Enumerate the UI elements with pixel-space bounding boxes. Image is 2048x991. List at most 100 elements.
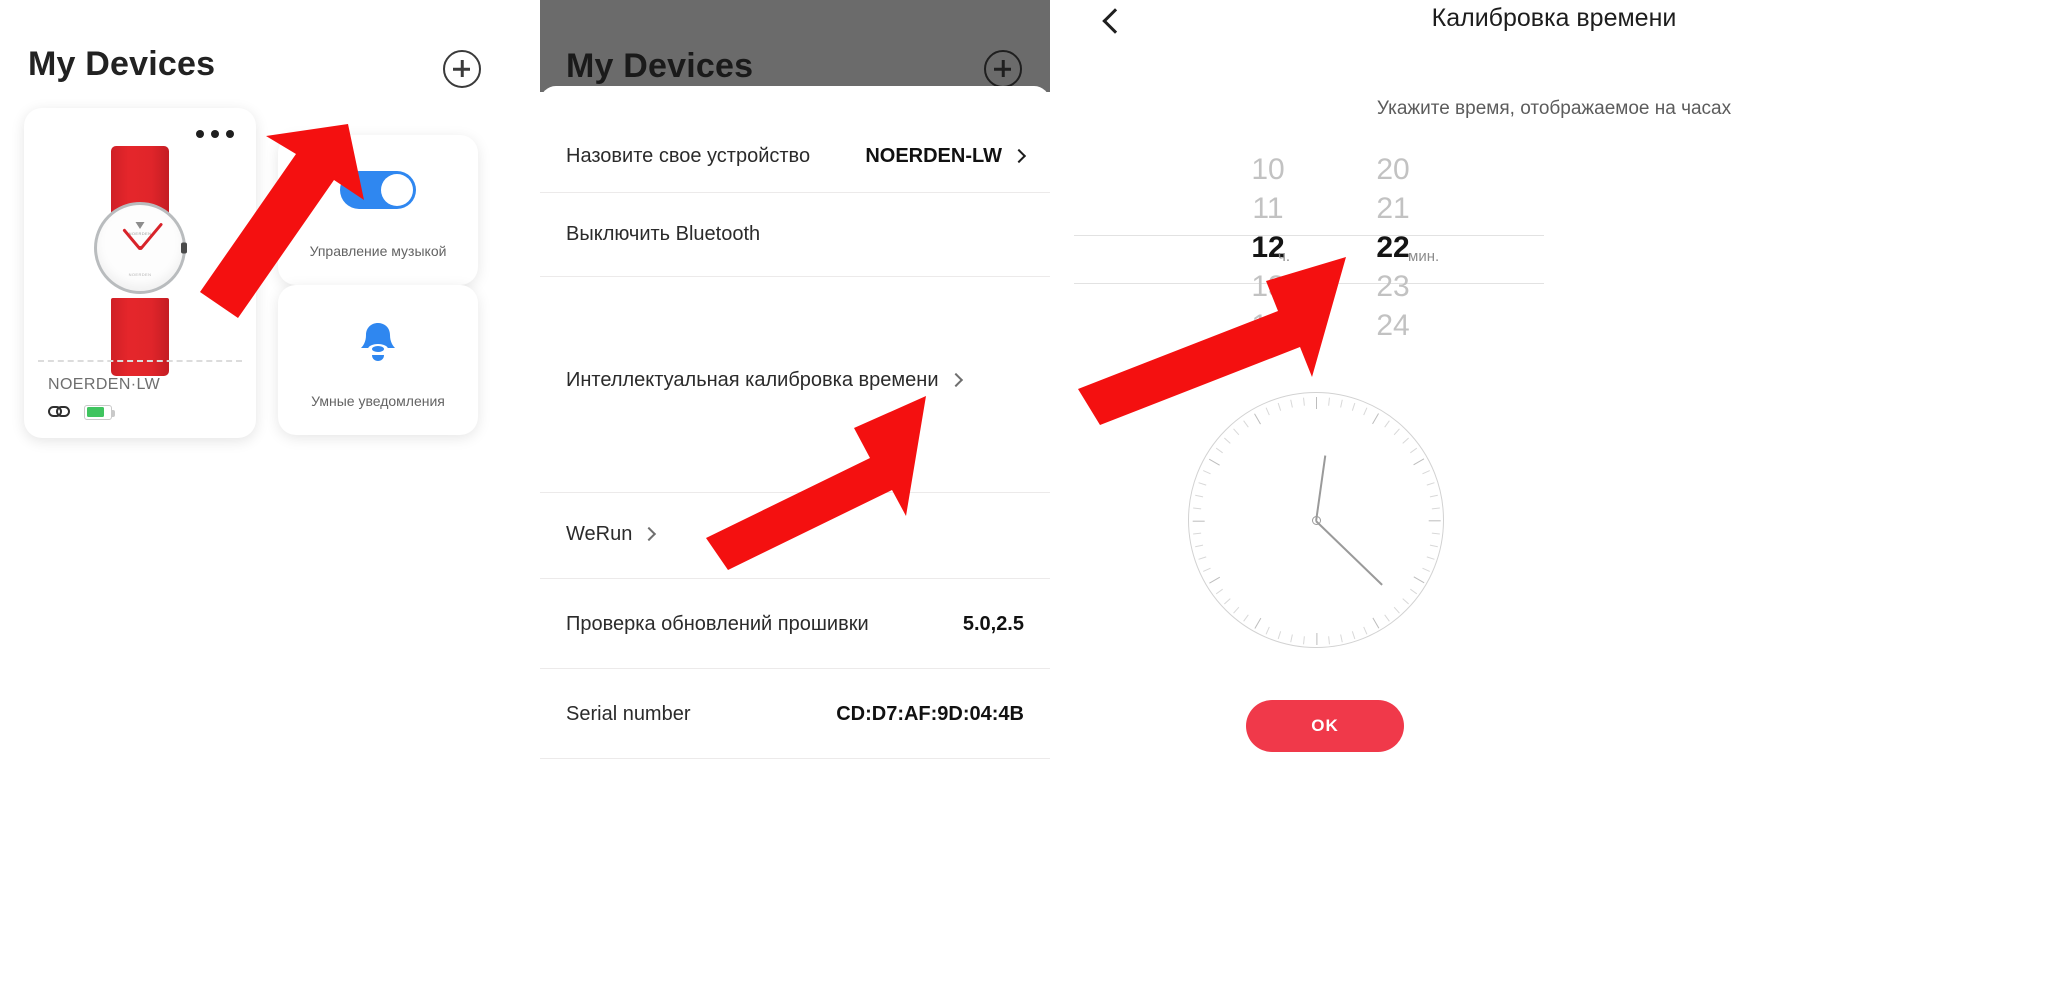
clock-tick xyxy=(1316,397,1318,409)
instruction-text: Укажите время, отображаемое на часах xyxy=(1376,98,1732,119)
clock-tick xyxy=(1290,399,1293,408)
clock-tick xyxy=(1393,428,1400,436)
ok-button[interactable]: OK xyxy=(1246,700,1404,752)
time-picker[interactable]: 10 11 12 13 14 20 21 22 23 24 ч. мин. xyxy=(1060,150,2048,380)
clock-tick xyxy=(1393,606,1400,614)
music-toggle-switch[interactable] xyxy=(340,171,416,209)
plus-circle-icon[interactable] xyxy=(443,50,481,88)
row-label: Интеллектуальная калибровка времени xyxy=(566,368,939,391)
chevron-right-icon xyxy=(642,526,657,542)
clock-tick xyxy=(1372,617,1380,629)
clock-tick xyxy=(1198,482,1207,486)
clock-tick xyxy=(1254,617,1262,629)
settings-row-firmware-update[interactable]: Проверка обновлений прошивки 5.0,2.5 xyxy=(540,592,1050,656)
clock-tick xyxy=(1372,413,1380,425)
clock-tick xyxy=(1208,576,1221,584)
clock-tick xyxy=(1422,470,1430,475)
minute-option-selected[interactable]: 22 xyxy=(1303,228,1483,267)
clock-tick xyxy=(1233,428,1240,436)
clock-tick xyxy=(1277,631,1282,640)
clock-tick xyxy=(1426,482,1435,486)
clock-tick xyxy=(1303,397,1305,406)
clock-tick xyxy=(1384,614,1390,622)
divider xyxy=(540,492,1050,493)
divider xyxy=(540,276,1050,277)
minute-option[interactable]: 24 xyxy=(1303,306,1483,345)
clock-tick xyxy=(1208,458,1221,466)
screenshot-stage: My Devices NOERDEN NOERDEN NOERDEN·LW Уп… xyxy=(0,0,2048,991)
clock-tick xyxy=(1233,606,1240,614)
clock-tick xyxy=(1193,532,1202,535)
clock-tick xyxy=(1402,437,1409,444)
minute-option[interactable]: 21 xyxy=(1303,189,1483,228)
watch-product-image: NOERDEN NOERDEN xyxy=(94,146,187,376)
panel-time-calibration: Калибровка времени Укажите время, отобра… xyxy=(1060,0,2048,991)
analog-clock-face xyxy=(1188,392,1444,648)
clock-tick xyxy=(1351,402,1356,411)
settings-row-serial-number: Serial number CD:D7:AF:9D:04:4B xyxy=(540,682,1050,746)
divider xyxy=(540,578,1050,579)
device-status xyxy=(48,404,115,420)
clock-tick xyxy=(1429,544,1438,548)
plus-circle-icon[interactable] xyxy=(984,50,1022,88)
clock-tick xyxy=(1316,633,1318,645)
clock-tick xyxy=(1203,567,1211,572)
row-label: Выключить Bluetooth xyxy=(566,222,761,245)
settings-header: My Devices xyxy=(540,0,1050,92)
clock-tick xyxy=(1277,402,1282,411)
clock-tick xyxy=(1198,556,1207,560)
clock-tick xyxy=(1328,636,1330,645)
settings-row-device-name[interactable]: Назовите свое устройство NOERDEN-LW xyxy=(540,124,1050,188)
tile-smart-notifications[interactable]: Умные уведомления xyxy=(278,285,478,435)
settings-row-werun[interactable]: WeRun xyxy=(540,502,1050,566)
row-value: 5.0,2.5 xyxy=(962,612,1024,635)
row-label: WeRun xyxy=(566,522,633,545)
divider xyxy=(38,360,242,362)
clock-tick xyxy=(1431,532,1440,535)
minute-option[interactable]: 23 xyxy=(1303,267,1483,306)
minute-unit-label: мин. xyxy=(1408,248,1440,265)
clock-tick xyxy=(1429,494,1438,498)
clock-tick xyxy=(1328,397,1330,406)
clock-tick xyxy=(1413,576,1425,584)
clock-tick xyxy=(1195,494,1204,498)
battery-icon xyxy=(84,404,115,420)
row-label: Назовите свое устройство xyxy=(566,144,811,167)
clock-tick xyxy=(1384,420,1390,428)
clock-tick xyxy=(1428,520,1441,522)
row-value: CD:D7:AF:9D:04:4B xyxy=(836,702,1024,725)
divider xyxy=(540,668,1050,669)
divider xyxy=(540,758,1050,759)
clock-tick xyxy=(1340,399,1343,408)
clock-tick xyxy=(1290,634,1293,643)
clock-tick xyxy=(1195,544,1204,548)
clock-tick xyxy=(1243,614,1249,622)
clock-tick xyxy=(1426,556,1435,560)
clock-tick xyxy=(1254,413,1262,425)
clock-tick xyxy=(1265,407,1270,416)
clock-tick xyxy=(1402,598,1409,605)
clock-tick xyxy=(1224,598,1231,605)
clock-tick xyxy=(1340,634,1343,643)
dial-brand-top: NOERDEN xyxy=(128,231,152,236)
row-label: Проверка обновлений прошивки xyxy=(566,612,869,635)
page-title: My Devices xyxy=(28,45,216,83)
minute-option[interactable]: 20 xyxy=(1303,150,1483,189)
clock-tick xyxy=(1363,626,1368,635)
tile-music-control[interactable]: Управление музыкой xyxy=(278,135,478,285)
device-card[interactable]: NOERDEN NOERDEN NOERDEN·LW xyxy=(24,108,256,438)
page-title: Калибровка времени xyxy=(1431,4,1677,32)
clock-tick xyxy=(1410,588,1418,595)
tile-label: Управление музыкой xyxy=(309,243,447,259)
clock-tick xyxy=(1224,437,1231,444)
settings-row-time-calibration[interactable]: Интеллектуальная калибровка времени xyxy=(540,348,1050,412)
tile-label: Умные уведомления xyxy=(311,393,445,409)
dial-brand-bottom: NOERDEN xyxy=(128,272,152,277)
bell-icon xyxy=(361,323,395,361)
settings-row-bluetooth-off[interactable]: Выключить Bluetooth xyxy=(540,202,1050,266)
minute-picker-column[interactable]: 20 21 22 23 24 xyxy=(1303,150,1483,345)
settings-sheet: Назовите свое устройство NOERDEN-LW Выкл… xyxy=(540,86,1050,991)
chevron-right-icon xyxy=(948,372,963,388)
device-name: NOERDEN·LW xyxy=(48,376,161,393)
more-options-icon[interactable] xyxy=(196,130,234,138)
